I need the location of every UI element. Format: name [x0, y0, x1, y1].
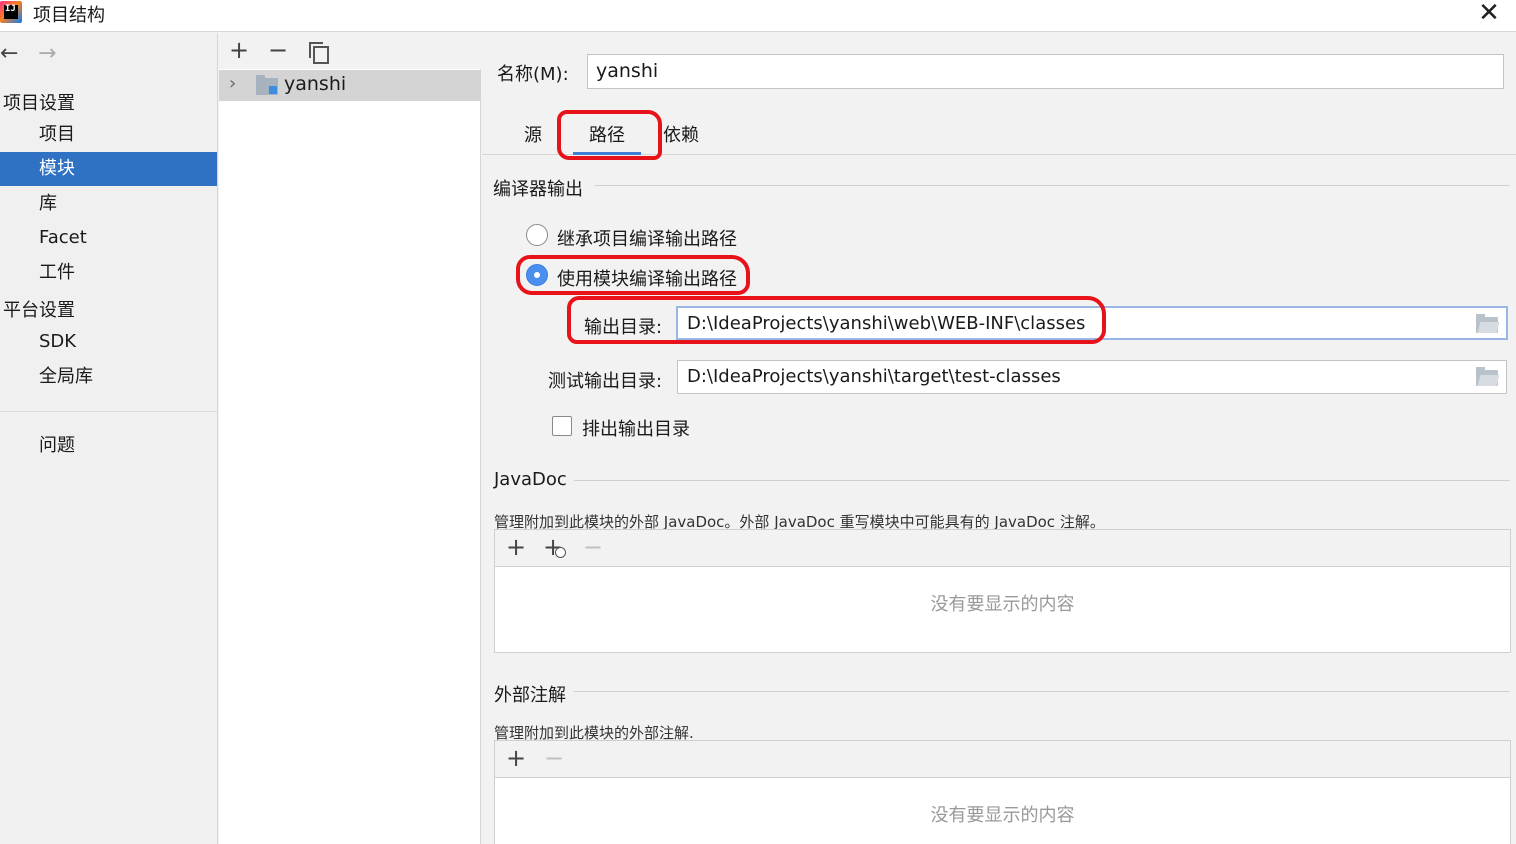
sidebar-item-project[interactable]: 项目 — [0, 118, 217, 152]
javadoc-section-divider — [574, 480, 1510, 481]
test-output-dir-input[interactable]: D:\IdeaProjects\yanshi\target\test-class… — [677, 360, 1507, 394]
module-tree-panel: + − › yanshi — [219, 33, 481, 844]
javadoc-empty-text: 没有要显示的内容 — [930, 594, 1075, 615]
remove-javadoc-button[interactable]: − — [583, 535, 603, 559]
tab-sources[interactable]: 源 — [524, 121, 542, 155]
exclude-output-checkbox[interactable] — [552, 416, 572, 436]
intellij-logo-icon: IJ — [0, 1, 22, 23]
annotations-list-toolbar: + − — [495, 741, 1510, 778]
remove-module-button[interactable]: − — [266, 38, 290, 64]
sidebar-item-modules[interactable]: 模块 — [0, 152, 217, 186]
tree-node-module[interactable]: › yanshi — [219, 70, 481, 101]
name-label: 名称(M): — [497, 64, 569, 85]
module-folder-icon — [256, 75, 278, 95]
back-arrow-icon[interactable]: ← — [0, 41, 18, 66]
sidebar-item-facets[interactable]: Facet — [0, 221, 217, 255]
module-output-radio[interactable] — [526, 264, 548, 286]
sidebar-item-libraries[interactable]: 库 — [0, 187, 217, 221]
compiler-section-divider — [595, 185, 1510, 186]
output-dir-input[interactable]: D:\IdeaProjects\yanshi\web\WEB-INF\class… — [676, 306, 1508, 340]
module-name-input[interactable]: yanshi — [587, 54, 1504, 89]
annotations-section-divider — [574, 691, 1510, 692]
forward-arrow-icon[interactable]: → — [38, 41, 56, 66]
sidebar-item-artifacts[interactable]: 工件 — [0, 256, 217, 290]
inherit-output-label: 继承项目编译输出路径 — [557, 229, 737, 250]
browse-folder-icon[interactable] — [1476, 314, 1498, 333]
sidebar-divider — [0, 411, 217, 412]
globe-icon — [555, 547, 566, 558]
module-name-label: yanshi — [284, 73, 347, 95]
javadoc-title: JavaDoc — [494, 469, 567, 490]
window-title: 项目结构 — [33, 5, 105, 26]
chevron-right-icon[interactable]: › — [229, 73, 236, 94]
module-settings-panel: 名称(M): yanshi 源 路径 依赖 编译器输出 继承项目编译输出路径 使… — [482, 33, 1516, 844]
output-dir-value: D:\IdeaProjects\yanshi\web\WEB-INF\class… — [687, 313, 1086, 334]
exclude-output-label: 排出输出目录 — [582, 419, 690, 440]
compiler-output-title: 编译器输出 — [493, 179, 583, 200]
sidebar-item-problems[interactable]: 问题 — [0, 429, 217, 463]
settings-sidebar: ← → 项目设置 项目 模块 库 Facet 工件 平台设置 SDK 全局库 问… — [0, 33, 218, 844]
remove-annotation-button[interactable]: − — [544, 746, 564, 770]
close-icon[interactable]: ✕ — [1474, 0, 1504, 28]
tab-dependencies[interactable]: 依赖 — [663, 121, 699, 155]
tab-paths[interactable]: 路径 — [573, 121, 641, 155]
test-output-dir-label: 测试输出目录: — [548, 371, 663, 392]
sidebar-item-sdk[interactable]: SDK — [0, 325, 217, 359]
section-platform-settings: 平台设置 — [3, 300, 75, 321]
javadoc-list-toolbar: + + − — [495, 530, 1510, 567]
annotations-list: + − 没有要显示的内容 — [494, 740, 1511, 844]
javadoc-list: + + − 没有要显示的内容 — [494, 529, 1511, 653]
browse-folder-icon[interactable] — [1476, 367, 1498, 386]
inherit-output-radio[interactable] — [526, 224, 548, 246]
module-output-label: 使用模块编译输出路径 — [557, 269, 737, 290]
copy-icon[interactable] — [309, 42, 329, 64]
section-project-settings: 项目设置 — [3, 93, 75, 114]
add-annotation-button[interactable]: + — [506, 746, 526, 770]
sidebar-item-global-libraries[interactable]: 全局库 — [0, 360, 217, 394]
module-tabs: 源 路径 依赖 — [482, 113, 1516, 155]
output-dir-label: 输出目录: — [584, 317, 663, 338]
annotations-empty-text: 没有要显示的内容 — [930, 805, 1075, 826]
add-module-button[interactable]: + — [227, 38, 251, 64]
tree-toolbar: + − — [219, 33, 481, 69]
test-output-dir-value: D:\IdeaProjects\yanshi\target\test-class… — [687, 366, 1061, 387]
add-javadoc-button[interactable]: + — [506, 535, 526, 559]
title-bar: IJ 项目结构 ✕ — [0, 0, 1516, 32]
external-annotations-title: 外部注解 — [494, 685, 566, 706]
